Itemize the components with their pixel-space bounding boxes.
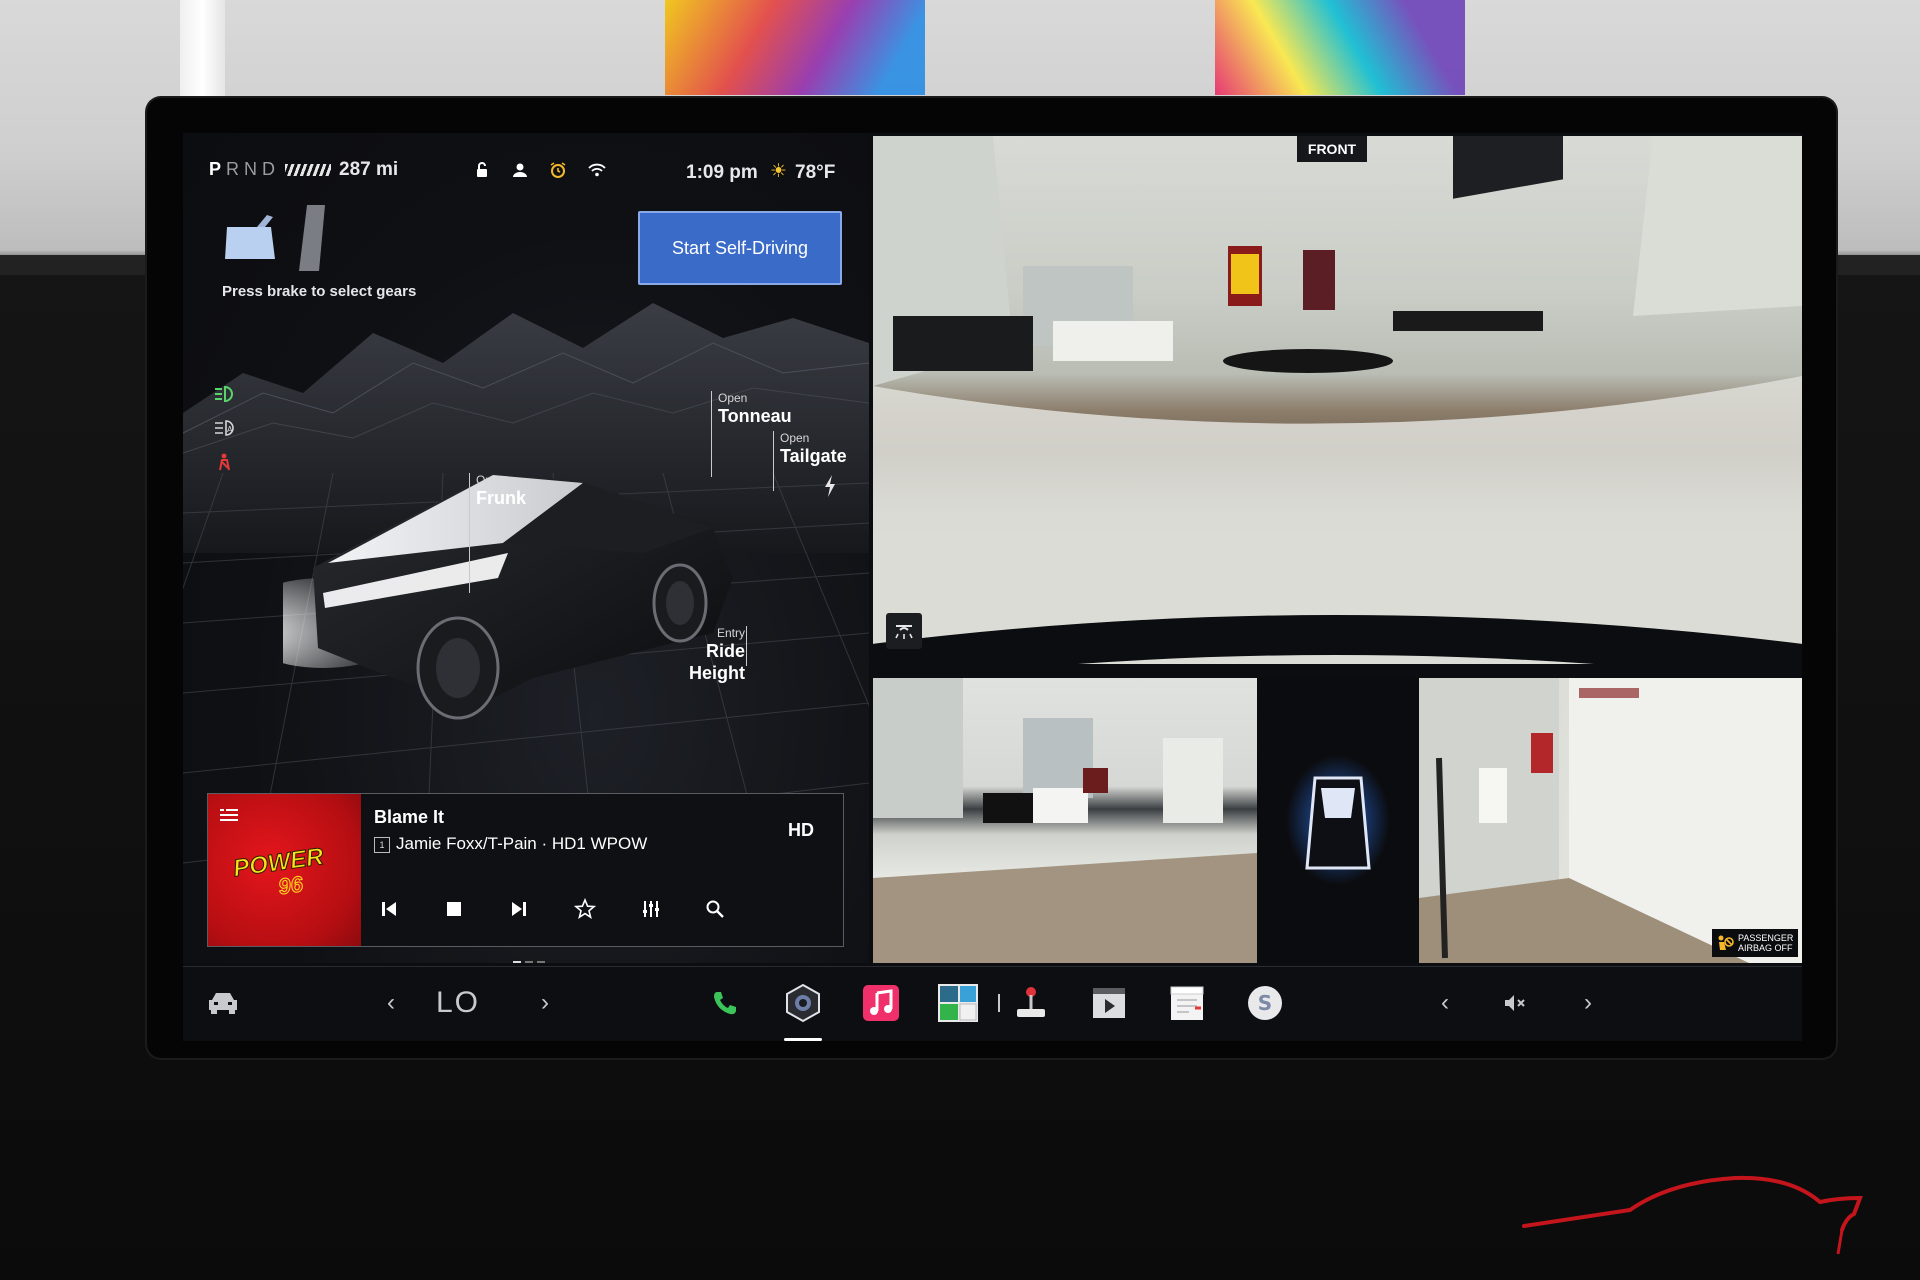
vehicle-pane: PRND 287 mi 1:09 pm ☀ 78°F Press brake t… — [183, 133, 869, 963]
watermark-logo — [1522, 1175, 1863, 1255]
alarm-icon[interactable] — [549, 161, 567, 179]
tailgate-leader — [773, 431, 774, 491]
gear-p: P — [209, 159, 227, 179]
car-icon[interactable] — [203, 981, 243, 1025]
gear-selector[interactable]: PRND — [209, 159, 280, 180]
vehicle-topdown — [1257, 678, 1419, 963]
headlights-on-icon — [215, 385, 233, 403]
lock-icon[interactable] — [473, 161, 491, 179]
cabin-light-button[interactable] — [886, 613, 922, 649]
volume-down-button[interactable]: ‹ — [1433, 981, 1457, 1025]
active-app-indicator — [784, 1038, 822, 1041]
svg-text:A: A — [227, 425, 233, 434]
touchscreen: PRND 287 mi 1:09 pm ☀ 78°F Press brake t… — [183, 133, 1802, 1041]
calendar-icon[interactable] — [1167, 981, 1207, 1025]
wifi-icon[interactable] — [587, 161, 606, 179]
brake-pedal-icon — [225, 215, 275, 259]
airbag-off-icon — [1718, 935, 1734, 950]
favorite-icon[interactable] — [570, 894, 600, 924]
tonneau-leader — [711, 391, 712, 477]
joystick-icon[interactable] — [1011, 981, 1051, 1025]
frunk-leader — [469, 473, 470, 593]
camera-app-icon[interactable] — [783, 981, 823, 1025]
search-icon[interactable] — [700, 894, 730, 924]
right-repeater-camera-view[interactable] — [1419, 678, 1802, 963]
passenger-airbag-off-indicator: PASSENGER AIRBAG OFF — [1712, 929, 1798, 957]
front-camera-label: FRONT — [1297, 136, 1367, 162]
hd-radio-icon[interactable]: HD — [788, 820, 814, 841]
previous-icon[interactable] — [374, 894, 404, 924]
seatbelt-warning-icon — [219, 453, 230, 471]
bottom-dock: ‹ LO › S ‹ › — [183, 966, 1802, 1041]
queue-icon[interactable] — [220, 808, 238, 822]
sun-icon: ☀ — [770, 161, 788, 182]
profile-icon[interactable] — [511, 161, 529, 179]
dock-divider — [993, 981, 1005, 1025]
media-controls — [374, 894, 834, 924]
temp-up-button[interactable]: › — [533, 981, 557, 1025]
next-icon[interactable] — [504, 894, 534, 924]
frunk-callout[interactable]: Open Frunk — [476, 473, 526, 509]
ride-height-leader — [746, 626, 747, 666]
stop-icon[interactable] — [439, 894, 469, 924]
song-title: Blame It — [374, 807, 445, 827]
wall-artwork — [665, 0, 925, 95]
cabin-light-icon — [895, 625, 913, 639]
vehicle-model — [283, 473, 733, 720]
accelerator-pedal-icon — [299, 205, 325, 271]
climate-temperature[interactable]: LO — [428, 981, 488, 1025]
album-art[interactable]: POWER 96 — [208, 794, 361, 946]
media-player: POWER 96 Blame It 1 Jamie Foxx/T-Pain · H… — [207, 793, 844, 947]
gear-n: N — [244, 159, 263, 179]
clock: 1:09 pm — [686, 162, 758, 183]
auto-high-beam-icon: A — [215, 420, 234, 436]
left-repeater-camera-view[interactable] — [873, 678, 1257, 963]
station-logo: POWER 96 — [231, 843, 326, 899]
page-indicator — [513, 951, 553, 963]
music-icon[interactable] — [861, 981, 901, 1025]
gear-d: D — [262, 159, 281, 179]
charge-port-icon[interactable] — [823, 475, 837, 497]
right-camera-image — [1419, 678, 1802, 963]
front-camera-image — [873, 136, 1802, 664]
front-camera-view[interactable] — [873, 136, 1802, 664]
tailgate-callout[interactable]: Open Tailgate — [780, 431, 847, 467]
left-camera-image — [873, 678, 1257, 963]
toybox-icon[interactable] — [936, 981, 980, 1025]
start-self-driving-button[interactable]: Start Self-Driving — [638, 211, 842, 285]
status-icons — [473, 161, 606, 179]
spotify-icon[interactable]: S — [1245, 981, 1285, 1025]
svg-text:96: 96 — [277, 871, 305, 899]
equalizer-icon[interactable] — [636, 894, 666, 924]
artist-station-text: Jamie Foxx/T-Pain · HD1 WPOW — [396, 834, 648, 853]
outside-temperature: 78°F — [795, 162, 836, 183]
range-value[interactable]: 287 mi — [339, 159, 398, 181]
volume-up-button[interactable]: › — [1576, 981, 1600, 1025]
airbag-label-line2: AIRBAG OFF — [1738, 943, 1793, 953]
airbag-label-line1: PASSENGER — [1738, 933, 1794, 943]
wall-artwork — [1215, 0, 1465, 95]
volume-muted-icon[interactable] — [1500, 981, 1530, 1025]
wall-pillar — [180, 0, 225, 100]
hd-channel-badge: 1 — [374, 837, 390, 853]
ride-height-callout[interactable]: Entry Ride Height — [663, 626, 745, 684]
status-bar: PRND 287 mi 1:09 pm ☀ 78°F — [183, 133, 869, 193]
svg-text:S: S — [1258, 991, 1272, 1015]
vehicle-topdown-icon — [1286, 755, 1390, 885]
theater-icon[interactable] — [1089, 981, 1129, 1025]
artist-station: 1 Jamie Foxx/T-Pain · HD1 WPOW — [374, 834, 647, 854]
brake-hint: Press brake to select gears — [222, 283, 417, 300]
battery-icon — [285, 164, 331, 176]
temp-down-button[interactable]: ‹ — [379, 981, 403, 1025]
tonneau-callout[interactable]: Open Tonneau — [718, 391, 792, 427]
gear-r: R — [226, 159, 245, 179]
phone-icon[interactable] — [705, 981, 745, 1025]
